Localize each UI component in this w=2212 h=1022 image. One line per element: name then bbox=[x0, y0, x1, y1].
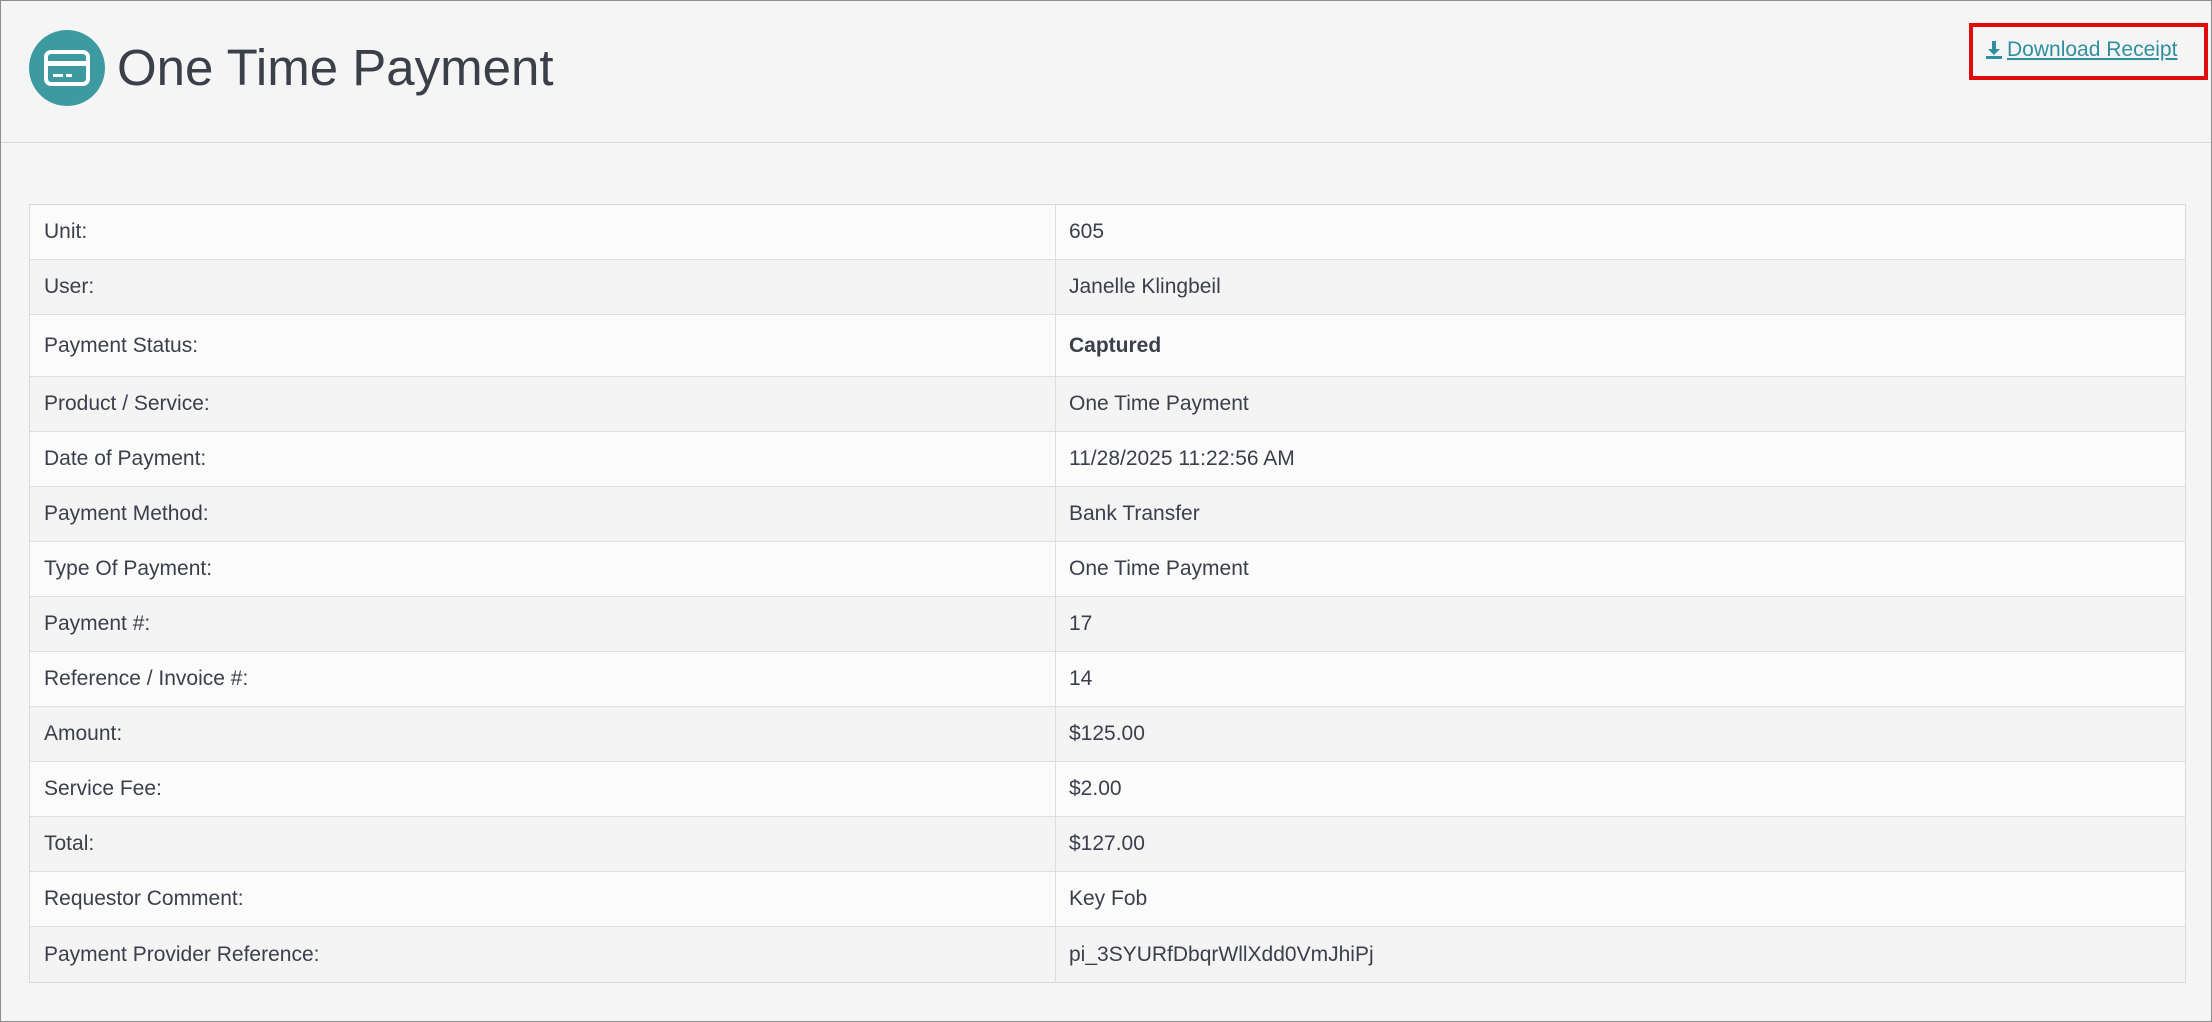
download-receipt-link[interactable]: Download Receipt bbox=[1985, 37, 2177, 63]
table-row-payment-status: Payment Status: Captured bbox=[30, 315, 2185, 377]
page-frame: One Time Payment Download Receipt Unit: … bbox=[0, 0, 2212, 1022]
download-receipt-label: Download Receipt bbox=[2007, 38, 2178, 61]
row-label: Unit: bbox=[30, 205, 1056, 259]
page-title: One Time Payment bbox=[117, 39, 554, 96]
row-value: 11/28/2025 11:22:56 AM bbox=[1069, 447, 1295, 470]
row-label: Requestor Comment: bbox=[30, 872, 1056, 926]
row-value: Key Fob bbox=[1069, 887, 1148, 910]
row-label: Payment Status: bbox=[30, 315, 1056, 376]
table-row-product-service: Product / Service: One Time Payment bbox=[30, 377, 2185, 432]
payment-details-table: Unit: 605 User: Janelle Klingbeil Paymen… bbox=[29, 204, 2186, 983]
row-label: Product / Service: bbox=[30, 377, 1056, 431]
table-row-payment-method: Payment Method: Bank Transfer bbox=[30, 487, 2185, 542]
row-value: Bank Transfer bbox=[1069, 502, 1200, 525]
row-value: $125.00 bbox=[1069, 722, 1145, 745]
table-row-payment-number: Payment #: 17 bbox=[30, 597, 2185, 652]
table-row-date-of-payment: Date of Payment: 11/28/2025 11:22:56 AM bbox=[30, 432, 2185, 487]
row-value: $2.00 bbox=[1069, 777, 1122, 800]
table-row-amount: Amount: $125.00 bbox=[30, 707, 2185, 762]
table-row-unit: Unit: 605 bbox=[30, 205, 2185, 260]
row-value: One Time Payment bbox=[1069, 392, 1249, 415]
credit-card-icon bbox=[29, 30, 105, 106]
table-row-user: User: Janelle Klingbeil bbox=[30, 260, 2185, 315]
row-label: Date of Payment: bbox=[30, 432, 1056, 486]
row-value: Janelle Klingbeil bbox=[1069, 275, 1221, 298]
table-row-provider-reference: Payment Provider Reference: pi_3SYURfDbq… bbox=[30, 927, 2185, 982]
row-label: Service Fee: bbox=[30, 762, 1056, 816]
row-label: Payment Provider Reference: bbox=[30, 927, 1056, 982]
row-value: pi_3SYURfDbqrWllXdd0VmJhiPj bbox=[1069, 942, 1374, 966]
page-header: One Time Payment Download Receipt bbox=[1, 1, 2211, 143]
row-value: 14 bbox=[1069, 667, 1093, 690]
table-row-reference-invoice: Reference / Invoice #: 14 bbox=[30, 652, 2185, 707]
row-label: Payment #: bbox=[30, 597, 1056, 651]
row-value: One Time Payment bbox=[1069, 557, 1249, 580]
row-value: 605 bbox=[1069, 220, 1105, 243]
table-row-type-of-payment: Type Of Payment: One Time Payment bbox=[30, 542, 2185, 597]
row-label: Payment Method: bbox=[30, 487, 1056, 541]
row-label: Reference / Invoice #: bbox=[30, 652, 1056, 706]
row-label: Type Of Payment: bbox=[30, 542, 1056, 596]
table-row-total: Total: $127.00 bbox=[30, 817, 2185, 872]
payment-status-value: Captured bbox=[1069, 333, 1162, 357]
row-label: Total: bbox=[30, 817, 1056, 871]
table-row-requestor-comment: Requestor Comment: Key Fob bbox=[30, 872, 2185, 927]
row-label: User: bbox=[30, 260, 1056, 314]
row-value: $127.00 bbox=[1069, 832, 1145, 855]
row-label: Amount: bbox=[30, 707, 1056, 761]
download-icon bbox=[1985, 40, 2003, 60]
row-value: 17 bbox=[1069, 612, 1093, 635]
table-row-service-fee: Service Fee: $2.00 bbox=[30, 762, 2185, 817]
